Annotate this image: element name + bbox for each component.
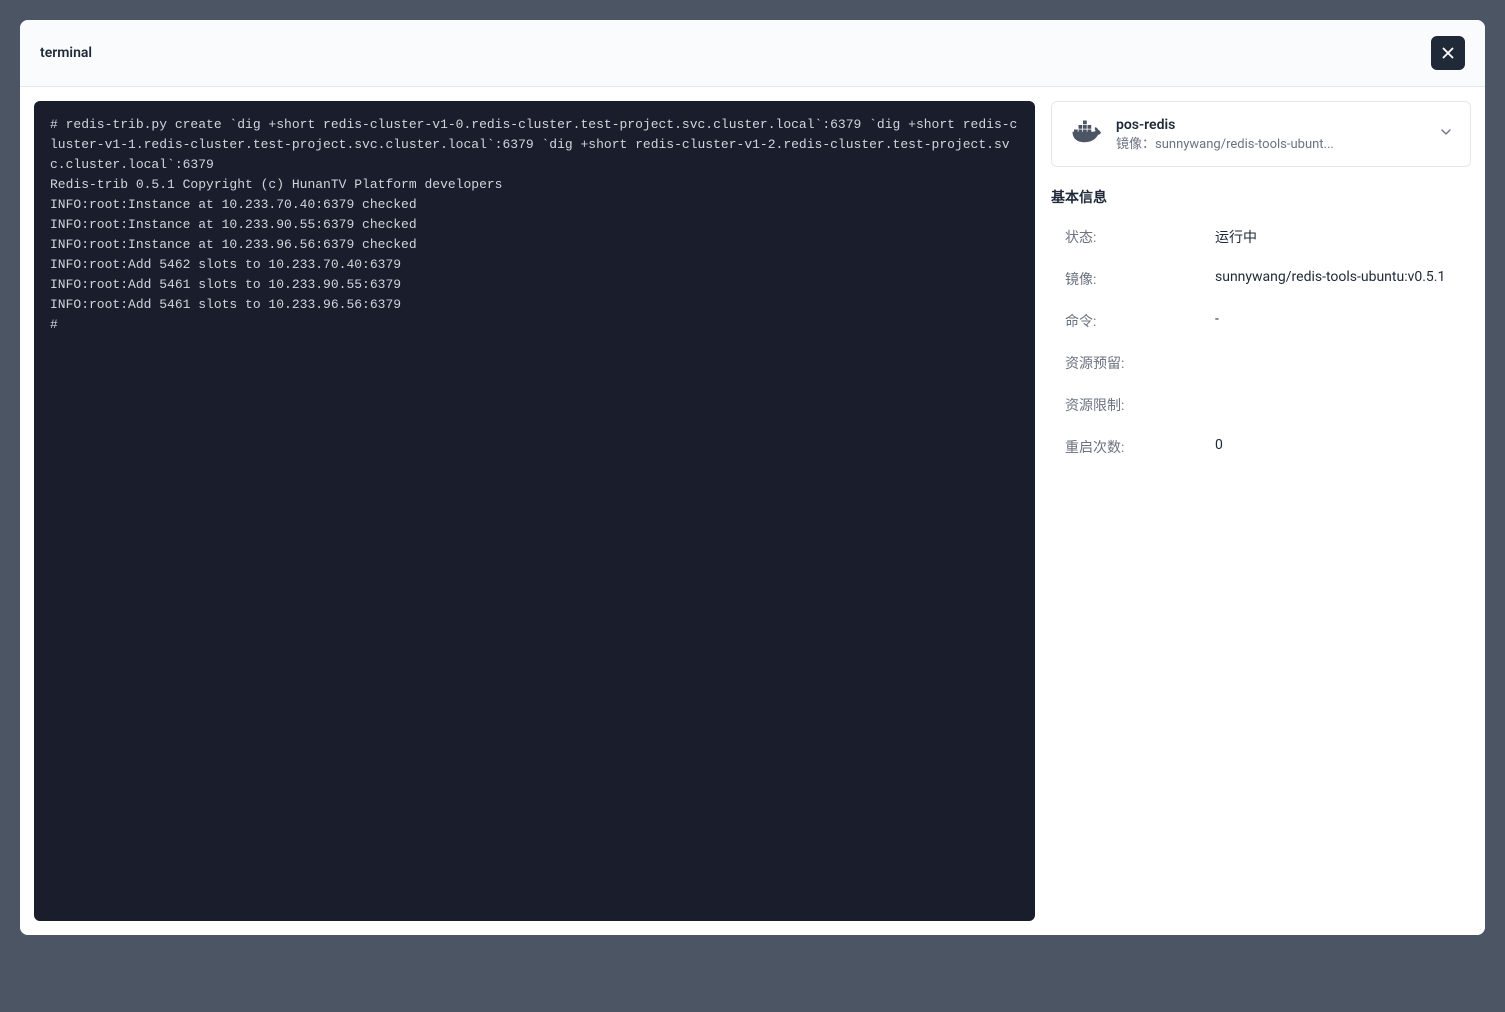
info-label: 资源预留: xyxy=(1065,353,1215,373)
info-label: 资源限制: xyxy=(1065,395,1215,415)
info-value: - xyxy=(1215,311,1471,331)
container-info: pos-redis 镜像：sunnywang/redis-tools-ubunt… xyxy=(1116,117,1426,152)
modal-header: terminal xyxy=(20,20,1485,87)
info-row-command: 命令: - xyxy=(1051,303,1471,345)
info-row-res-reserve: 资源预留: xyxy=(1051,345,1471,387)
info-value: 运行中 xyxy=(1215,227,1471,247)
info-value: sunnywang/redis-tools-ubuntu:v0.5.1 xyxy=(1215,269,1471,289)
info-section-title: 基本信息 xyxy=(1051,187,1471,207)
container-name: pos-redis xyxy=(1116,117,1426,133)
sidebar: pos-redis 镜像：sunnywang/redis-tools-ubunt… xyxy=(1051,101,1471,921)
info-label: 重启次数: xyxy=(1065,437,1215,457)
terminal-output[interactable]: # redis-trib.py create `dig +short redis… xyxy=(34,101,1035,921)
info-row-image: 镜像: sunnywang/redis-tools-ubuntu:v0.5.1 xyxy=(1051,261,1471,303)
container-card[interactable]: pos-redis 镜像：sunnywang/redis-tools-ubunt… xyxy=(1051,101,1471,167)
info-value xyxy=(1215,395,1471,415)
info-label: 命令: xyxy=(1065,311,1215,331)
info-label: 镜像: xyxy=(1065,269,1215,289)
info-row-res-limit: 资源限制: xyxy=(1051,387,1471,429)
info-row-restart-count: 重启次数: 0 xyxy=(1051,429,1471,471)
terminal-modal: terminal # redis-trib.py create `dig +sh… xyxy=(20,20,1485,935)
info-list: 状态: 运行中 镜像: sunnywang/redis-tools-ubuntu… xyxy=(1051,219,1471,471)
info-row-status: 状态: 运行中 xyxy=(1051,219,1471,261)
chevron-down-icon xyxy=(1438,124,1454,144)
close-button[interactable] xyxy=(1431,36,1465,70)
info-value xyxy=(1215,353,1471,373)
info-value: 0 xyxy=(1215,437,1471,457)
docker-icon xyxy=(1068,116,1104,152)
modal-body: # redis-trib.py create `dig +short redis… xyxy=(20,87,1485,935)
container-image-summary: 镜像：sunnywang/redis-tools-ubunt... xyxy=(1116,133,1426,152)
close-icon xyxy=(1439,44,1457,62)
info-label: 状态: xyxy=(1065,227,1215,247)
modal-title: terminal xyxy=(40,45,92,61)
